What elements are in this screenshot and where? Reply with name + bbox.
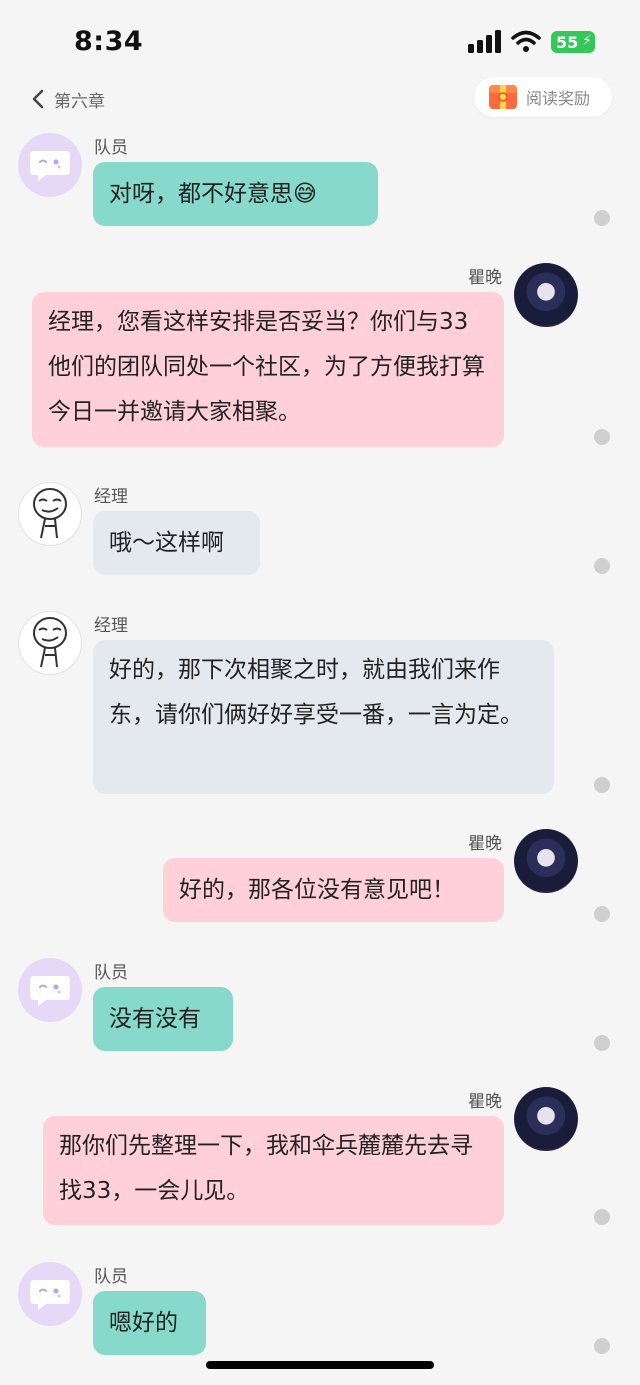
top-nav: 第六章 阅读奖励: [0, 76, 640, 120]
reading-reward-button[interactable]: 阅读奖励: [474, 77, 612, 117]
wifi-icon: [511, 30, 541, 52]
home-indicator[interactable]: [206, 1361, 434, 1369]
sender-name: 队员: [94, 1267, 128, 1287]
chat-message: 队员 没有没有: [0, 958, 640, 1058]
chat-message: 经理 哦～这样啊: [0, 482, 640, 582]
reading-reward-label: 阅读奖励: [526, 89, 591, 108]
avatar: [18, 482, 82, 546]
sender-name: 瞿晚: [468, 834, 502, 854]
sender-name: 瞿晚: [468, 268, 502, 288]
message-status-dot[interactable]: [594, 558, 610, 574]
message-bubble[interactable]: 嗯好的: [93, 1291, 206, 1355]
chat-bot-icon: [30, 1280, 70, 1310]
message-bubble[interactable]: 那你们先整理一下，我和伞兵麓麓先去寻找33，一会儿见。: [43, 1116, 504, 1225]
meme-face-icon: [33, 617, 67, 668]
sender-name: 队员: [94, 963, 128, 983]
status-time: 8:34: [74, 26, 144, 57]
chapter-label: 第六章: [54, 91, 105, 112]
message-status-dot[interactable]: [594, 1209, 610, 1225]
message-bubble[interactable]: 好的，那下次相聚之时，就由我们来作东，请你们俩好好享受一番，一言为定。: [93, 640, 554, 794]
avatar: [18, 611, 82, 675]
message-status-dot[interactable]: [594, 1338, 610, 1354]
message-status-dot[interactable]: [594, 777, 610, 793]
message-bubble[interactable]: 哦～这样啊: [93, 511, 260, 575]
message-status-dot[interactable]: [594, 210, 610, 226]
chat-bot-icon: [30, 976, 70, 1006]
message-bubble[interactable]: 好的，那各位没有意见吧！: [163, 858, 504, 922]
gift-chest-icon: [489, 85, 517, 109]
battery-level: 55: [556, 32, 579, 52]
message-bubble[interactable]: 对呀，都不好意思😅: [93, 162, 378, 226]
battery-icon: 55 ⚡: [551, 31, 595, 53]
sender-name: 瞿晚: [468, 1092, 502, 1112]
message-status-dot[interactable]: [594, 429, 610, 445]
message-status-dot[interactable]: [594, 906, 610, 922]
message-bubble[interactable]: 没有没有: [93, 987, 233, 1051]
chat-message: 瞿晚 好的，那各位没有意见吧！: [0, 829, 640, 929]
avatar: [514, 263, 578, 327]
chat-message: 经理 好的，那下次相聚之时，就由我们来作东，请你们俩好好享受一番，一言为定。: [0, 611, 640, 801]
chat-message: 瞿晚 那你们先整理一下，我和伞兵麓麓先去寻找33，一会儿见。: [0, 1087, 640, 1232]
charging-bolt-icon: ⚡: [582, 33, 592, 49]
cellular-signal-icon: [468, 30, 501, 53]
chevron-left-icon: [32, 89, 44, 109]
back-button[interactable]: 第六章: [32, 84, 105, 114]
sender-name: 队员: [94, 138, 128, 158]
avatar: [514, 829, 578, 893]
sender-name: 经理: [94, 616, 128, 636]
sender-name: 经理: [94, 487, 128, 507]
status-bar: 8:34 55 ⚡: [0, 0, 640, 80]
chat-message: 瞿晚 经理，您看这样安排是否妥当？你们与33他们的团队同处一个社区，为了方便我打…: [0, 263, 640, 453]
meme-face-icon: [33, 488, 67, 539]
message-status-dot[interactable]: [594, 1035, 610, 1051]
chat-bot-icon: [30, 151, 70, 181]
chat-message: 队员 嗯好的: [0, 1262, 640, 1362]
message-bubble[interactable]: 经理，您看这样安排是否妥当？你们与33他们的团队同处一个社区，为了方便我打算今日…: [32, 292, 504, 447]
avatar: [514, 1087, 578, 1151]
chat-message: 队员 对呀，都不好意思😅: [0, 133, 640, 233]
avatar: [18, 1262, 82, 1326]
avatar: [18, 133, 82, 197]
avatar: [18, 958, 82, 1022]
